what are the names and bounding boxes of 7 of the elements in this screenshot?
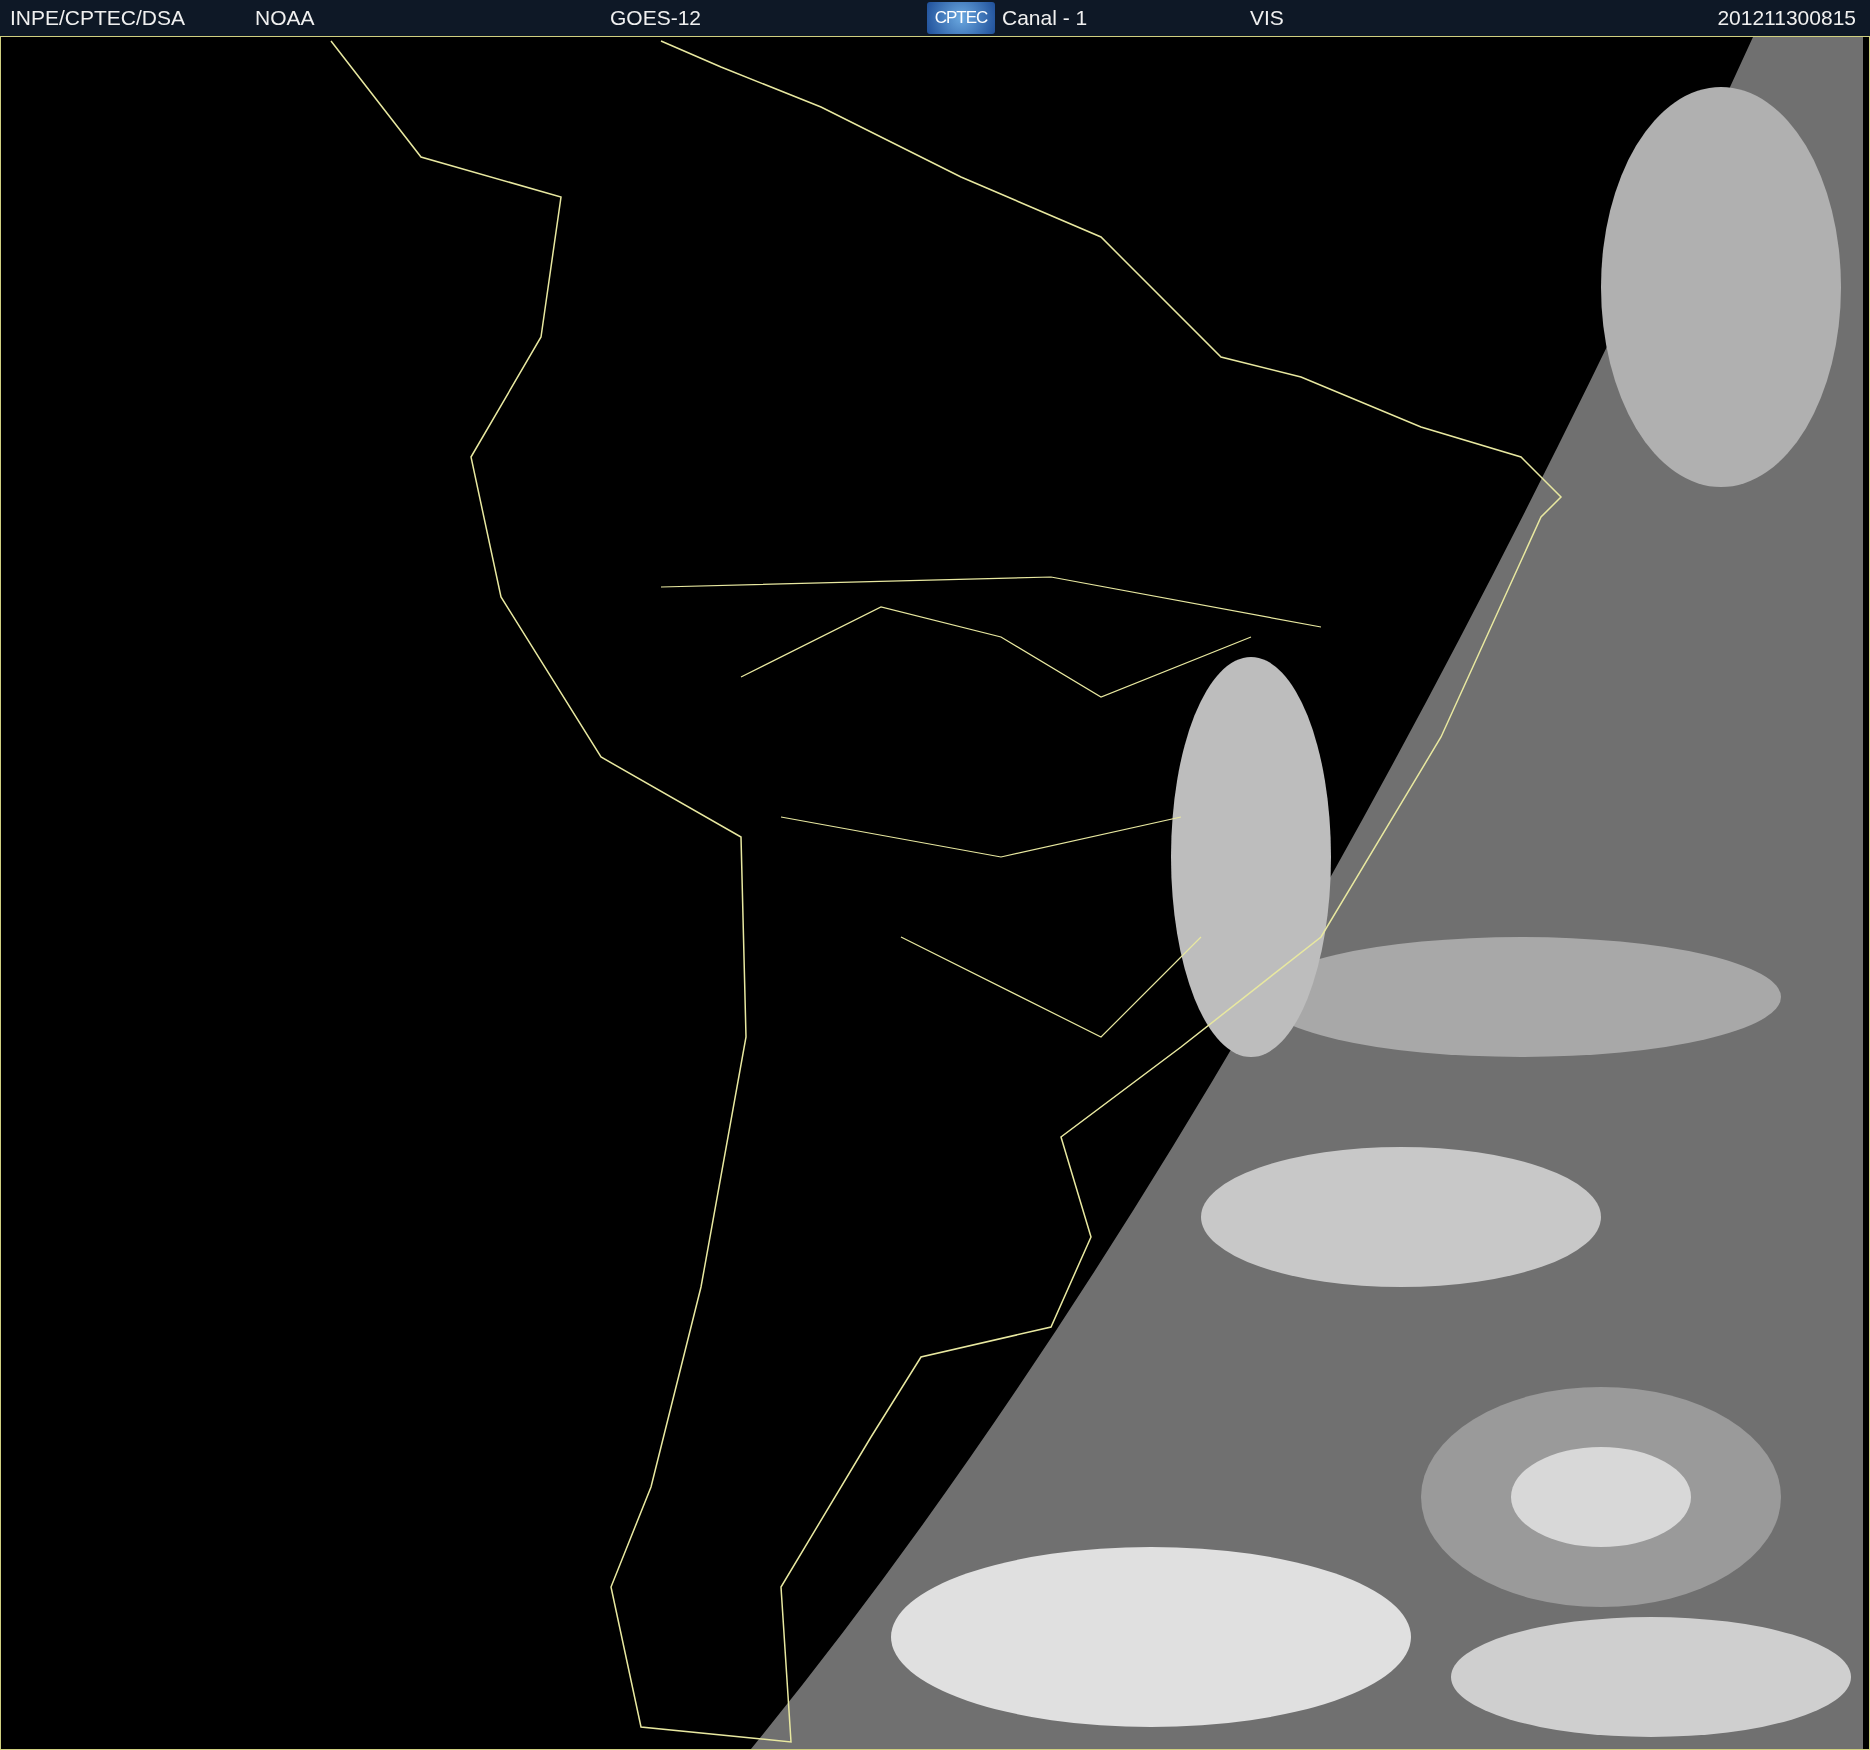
channel-label: Canal - 1 (1002, 6, 1089, 30)
band-label: VIS (1250, 6, 1285, 30)
source-label: NOAA (255, 6, 316, 30)
logo-badge: CPTEC (927, 2, 995, 34)
agency-label: INPE/CPTEC/DSA (10, 6, 187, 30)
satellite-label: GOES-12 (610, 6, 703, 30)
timestamp-label: 201211300815 (1717, 6, 1856, 30)
